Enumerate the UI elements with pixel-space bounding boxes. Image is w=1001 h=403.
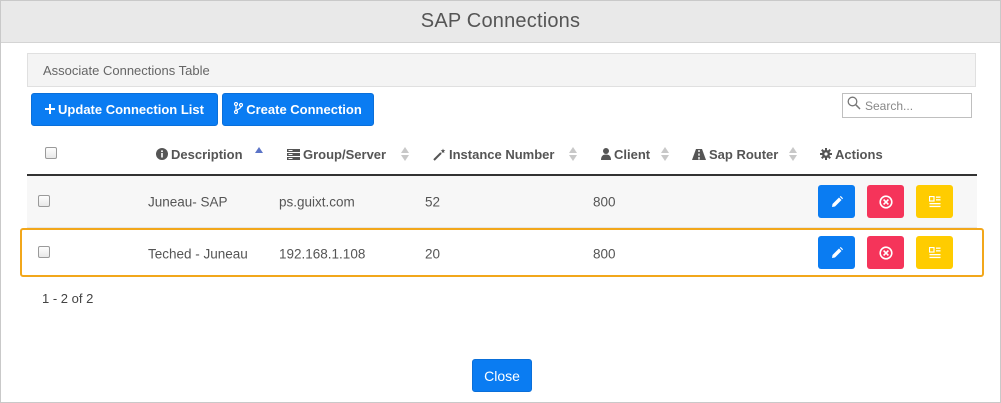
dialog-title: SAP Connections <box>420 10 581 32</box>
table-row[interactable]: Teched - Juneau 192.168.1.108 20 800 <box>27 228 977 279</box>
column-label: Client <box>614 146 651 162</box>
section-title: Associate Connections Table <box>43 62 210 78</box>
details-icon <box>928 246 940 258</box>
server-icon <box>287 148 300 160</box>
create-connection-button[interactable]: Create Connection <box>222 93 374 126</box>
table-row[interactable]: Juneau- SAP ps.guixt.com 52 800 <box>27 176 977 227</box>
column-header-instance-number[interactable]: Instance Number <box>433 144 554 164</box>
section-header: Associate Connections Table <box>27 53 976 87</box>
cell-description: Juneau- SAP <box>148 194 228 209</box>
details-icon <box>928 195 940 207</box>
cell-client: 800 <box>593 194 616 209</box>
column-label: Description <box>171 146 243 162</box>
details-button[interactable] <box>916 236 953 269</box>
sort-both-icon[interactable] <box>789 146 797 162</box>
sort-both-icon[interactable] <box>661 146 669 162</box>
x-circle-icon <box>878 245 893 260</box>
details-button[interactable] <box>916 185 953 218</box>
magic-wand-icon <box>433 148 446 161</box>
edit-button[interactable] <box>818 236 855 269</box>
cell-instance-number: 20 <box>425 246 441 261</box>
dialog-titlebar: SAP Connections <box>1 1 1000 43</box>
info-circle-icon <box>156 148 168 160</box>
search-box[interactable] <box>842 93 972 118</box>
pencil-icon <box>831 246 843 258</box>
column-header-description[interactable]: Description <box>156 144 243 164</box>
pagination-info: 1 - 2 of 2 <box>42 291 94 306</box>
sap-connections-dialog: SAP Connections Associate Connections Ta… <box>0 0 1001 403</box>
update-connection-list-button[interactable]: Update Connection List <box>31 93 218 126</box>
cell-client: 800 <box>593 246 616 261</box>
column-header-group-server[interactable]: Group/Server <box>287 144 386 164</box>
search-input[interactable] <box>865 98 965 113</box>
column-header-client[interactable]: Client <box>601 144 650 164</box>
sort-both-icon[interactable] <box>401 146 409 162</box>
cell-description: Teched - Juneau <box>148 246 248 261</box>
column-label: Actions <box>835 146 883 162</box>
row-checkbox[interactable] <box>38 195 50 207</box>
gear-icon <box>820 148 832 160</box>
edit-button[interactable] <box>818 185 855 218</box>
road-icon <box>692 148 706 160</box>
row-checkbox[interactable] <box>38 246 50 258</box>
create-connection-label: Create Connection <box>246 102 362 117</box>
cell-group-server: ps.guixt.com <box>279 194 355 209</box>
update-connection-list-label: Update Connection List <box>58 102 204 117</box>
column-label: Instance Number <box>449 146 555 162</box>
branch-icon <box>234 101 244 117</box>
delete-button[interactable] <box>867 236 904 269</box>
plus-icon <box>45 102 56 117</box>
column-header-actions: Actions <box>820 144 883 164</box>
cell-group-server: 192.168.1.108 <box>279 246 366 261</box>
sort-ascending-icon[interactable] <box>255 146 263 162</box>
delete-button[interactable] <box>867 185 904 218</box>
sort-both-icon[interactable] <box>569 146 577 162</box>
user-icon <box>601 148 611 160</box>
column-header-sap-router[interactable]: Sap Router <box>692 144 778 164</box>
search-icon <box>847 96 861 115</box>
select-all-checkbox[interactable] <box>45 147 57 159</box>
close-button[interactable]: Close <box>472 359 532 392</box>
column-label: Group/Server <box>303 146 387 162</box>
column-label: Sap Router <box>709 146 779 162</box>
pencil-icon <box>831 195 843 207</box>
cell-instance-number: 52 <box>425 194 441 209</box>
x-circle-icon <box>878 194 893 209</box>
